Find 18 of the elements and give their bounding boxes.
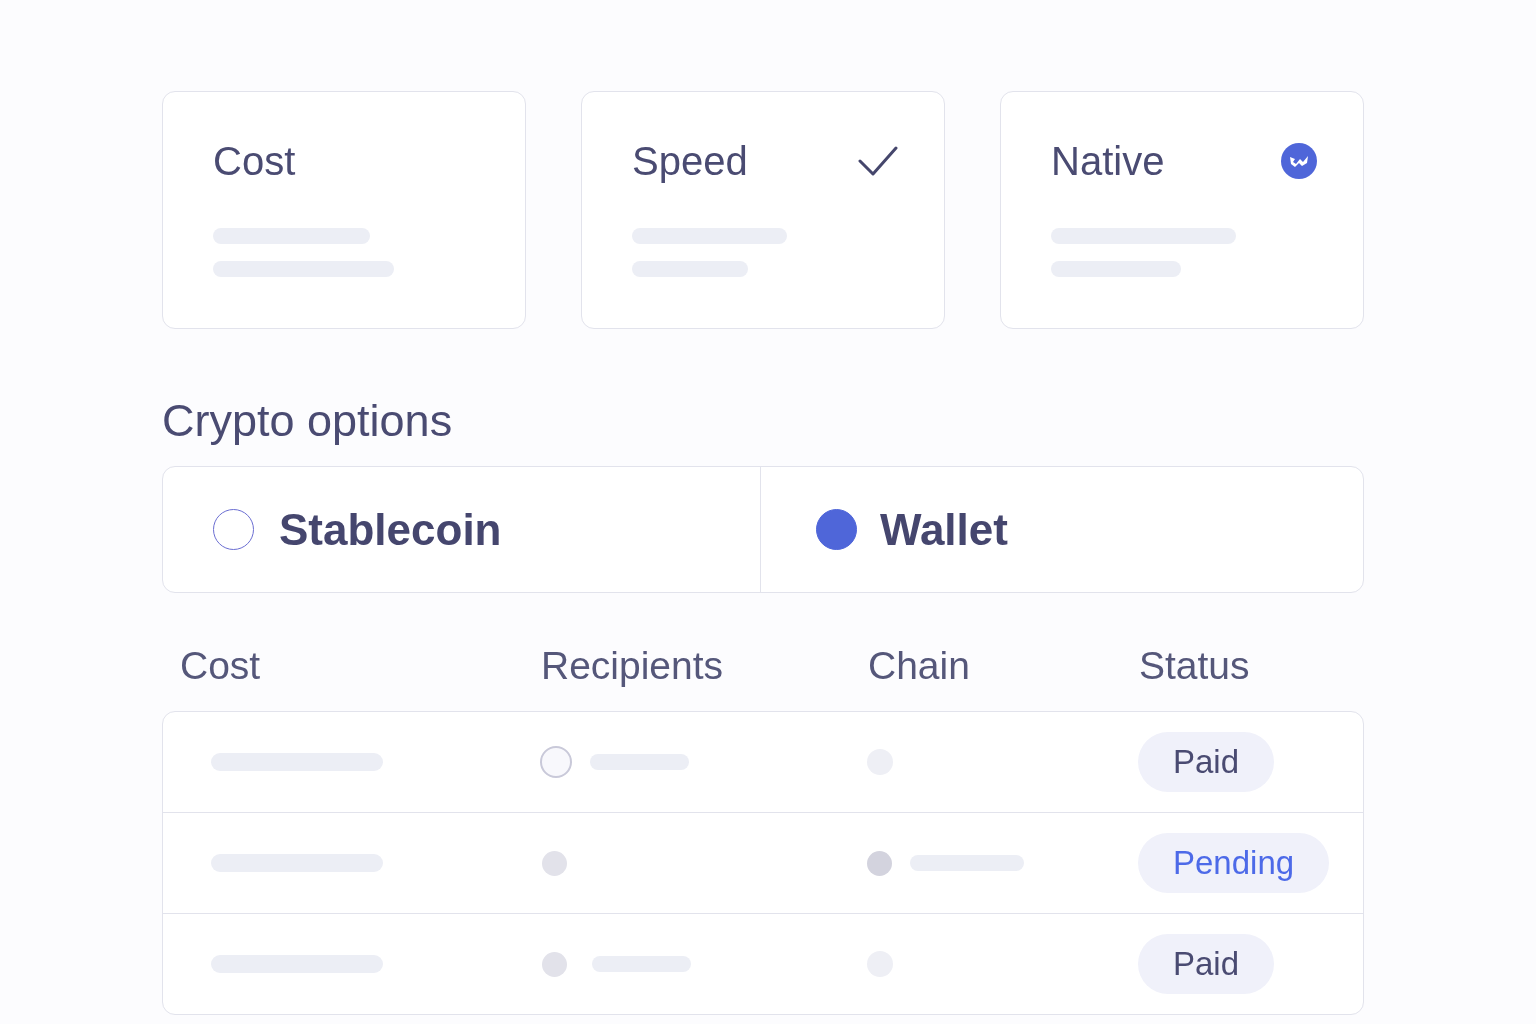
option-card[interactable]: Speed — [581, 91, 945, 329]
status-pill: Paid — [1138, 934, 1275, 994]
column-header: Chain — [868, 643, 970, 689]
option-card[interactable]: Native — [1000, 91, 1364, 329]
column-header: Status — [1139, 643, 1250, 689]
option-card[interactable]: Cost — [162, 91, 526, 329]
column-header: Cost — [180, 643, 261, 689]
section-title: Crypto options — [162, 394, 453, 448]
status-pill: Paid — [1138, 732, 1275, 792]
badge-icon — [1281, 143, 1317, 179]
card-title: Cost — [213, 138, 296, 185]
column-header: Recipients — [541, 643, 724, 689]
radio-option[interactable]: Wallet — [760, 467, 1363, 592]
check-icon — [858, 146, 898, 176]
card-title: Native — [1051, 138, 1165, 185]
card-title: Speed — [632, 138, 748, 185]
status-pill: Pending — [1138, 833, 1330, 893]
radio-option[interactable]: Stablecoin — [163, 467, 760, 592]
